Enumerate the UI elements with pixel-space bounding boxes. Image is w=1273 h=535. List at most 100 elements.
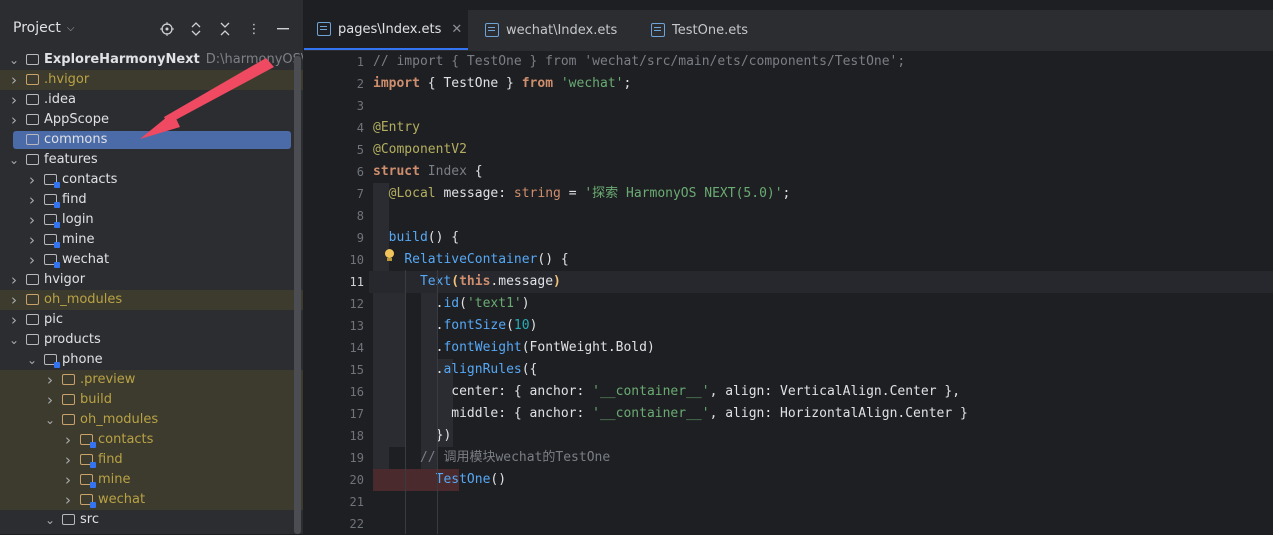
code-line[interactable]: // import { TestOne } from 'wechat/src/m… [369,51,1273,73]
code-line[interactable]: import { TestOne } from 'wechat'; [369,73,1273,95]
tree-item-wechat[interactable]: › wechat [0,490,303,510]
tree-item-exploreharmonynext[interactable]: ⌄ ExploreHarmonyNextD:\harmonyOS\public\ [0,50,303,70]
code-line[interactable]: TestOne() [369,469,1273,491]
code-line[interactable]: struct Index { [369,161,1273,183]
chevron-down-icon[interactable]: ⌄ [8,50,20,70]
chevron-right-icon[interactable]: › [8,70,20,90]
tab-pages-index-ets[interactable]: pages\Index.ets ✕ [304,10,468,50]
line-number: 15 [349,363,364,377]
lightbulb-icon[interactable] [384,249,394,263]
chevron-right-icon[interactable]: › [26,170,38,190]
tree-item-appscope[interactable]: › AppScope [0,110,303,130]
code-line[interactable]: // 调用模块wechat的TestOne [369,447,1273,469]
tree-item-mine[interactable]: › mine [0,230,303,250]
hide-icon[interactable] [275,20,291,38]
chevron-right-icon[interactable]: › [26,250,38,270]
tree-item-find[interactable]: › find [0,190,303,210]
chevron-right-icon[interactable]: › [8,270,20,290]
chevron-right-icon[interactable]: › [8,290,20,310]
code-line[interactable]: .fontWeight(FontWeight.Bold) [369,337,1273,359]
chevron-right-icon[interactable]: › [8,110,20,130]
code-token: ) [521,296,530,311]
close-icon[interactable]: ✕ [451,22,462,37]
chevron-right-icon[interactable]: › [62,490,74,510]
tree-item-features[interactable]: ⌄ features [0,150,303,170]
chevron-down-icon[interactable]: ⌄ [8,330,20,350]
chevron-down-icon[interactable]: ⌄ [8,150,20,170]
code-line[interactable]: .fontSize(10) [369,315,1273,337]
tree-item-label: mine [62,232,95,247]
tree-item-products[interactable]: ⌄ products [0,330,303,350]
tree-item-find[interactable]: › find [0,450,303,470]
tree-item-pic[interactable]: › pic [0,310,303,330]
tree-item-login[interactable]: › login [0,210,303,230]
code-line[interactable] [369,491,1273,513]
tree-item-label: oh_modules [44,292,123,307]
tree-item-label: .idea [44,92,76,107]
chevron-right-icon[interactable]: › [62,450,74,470]
code-line[interactable]: .alignRules({ [369,359,1273,381]
tree-scrollbar[interactable] [294,56,301,534]
tree-item-oh-modules[interactable]: › oh_modules [0,290,303,310]
tree-item-preview[interactable]: › .preview [0,370,303,390]
tree-item-oh-modules[interactable]: ⌄ oh_modules [0,410,303,430]
chevron-right-icon[interactable]: › [44,390,56,410]
line-number: 20 [349,473,364,487]
tree-item-wechat[interactable]: › wechat [0,250,303,270]
code-line[interactable]: .id('text1') [369,293,1273,315]
code-line[interactable] [369,205,1273,227]
code-line[interactable]: center: { anchor: '__container__', align… [369,381,1273,403]
locate-icon[interactable] [159,20,175,38]
code-token: ; [782,186,791,201]
tree-item-build[interactable]: › build [0,390,303,410]
code-line[interactable]: build() { [369,227,1273,249]
line-number: 22 [349,517,364,531]
chevron-right-icon[interactable]: › [26,230,38,250]
tree-item-commons[interactable]: commons [0,130,303,150]
tree-item-phone[interactable]: ⌄ phone [0,350,303,370]
more-icon[interactable]: ⋮ [246,20,262,38]
chevron-right-icon[interactable]: › [8,310,20,330]
tree-item-hvigor[interactable]: › .hvigor [0,70,303,90]
code-token: () [490,472,507,487]
tree-item-mine[interactable]: › mine [0,470,303,490]
code-line[interactable]: middle: { anchor: '__container__', align… [369,403,1273,425]
code-line[interactable]: @Entry [369,117,1273,139]
chevron-right-icon[interactable]: › [26,190,38,210]
code-token: ) [553,274,561,289]
code-line[interactable]: Text(this.message) [369,271,1273,293]
code-line[interactable]: RelativeContainer() { [369,249,1273,271]
code-line[interactable] [369,95,1273,117]
chevron-down-icon[interactable]: ⌄ [44,410,56,430]
tree-item-label: .hvigor [44,72,90,87]
expand-collapse-icon[interactable] [188,20,204,38]
folder-icon [26,54,39,65]
chevron-down-icon[interactable]: ⌄ [44,510,56,530]
chevron-right-icon[interactable]: › [62,470,74,490]
chevron-right-icon[interactable]: › [26,210,38,230]
tree-item-contacts[interactable]: › contacts [0,430,303,450]
tab-wechat-index-ets[interactable]: wechat\Index.ets [472,10,632,50]
code-line[interactable] [369,513,1273,535]
code-line[interactable]: }) [369,425,1273,447]
chevron-right-icon[interactable]: › [44,370,56,390]
folder-icon [62,414,75,425]
code-token: { [466,164,483,179]
chevron-right-icon[interactable]: › [8,90,20,110]
tree-item-label: AppScope [44,112,109,127]
chevron-right-icon[interactable]: › [62,430,74,450]
collapse-all-icon[interactable] [217,20,233,38]
project-view-selector[interactable]: Project ⌵ [13,20,75,36]
chevron-down-icon[interactable]: ⌄ [26,350,38,370]
tree-item-idea[interactable]: › .idea [0,90,303,110]
tab-testone-ets[interactable]: TestOne.ets [638,10,788,50]
code-editor: pages\Index.ets ✕ wechat\Index.ets TestOne.… [304,0,1273,534]
tree-item-hvigor[interactable]: › hvigor [0,270,303,290]
code-area[interactable]: // import { TestOne } from 'wechat/src/m… [369,50,1273,534]
code-token: @Local [388,186,436,201]
tree-item-src[interactable]: ⌄ src [0,510,303,530]
module-folder-icon [44,254,60,268]
code-line[interactable]: @ComponentV2 [369,139,1273,161]
tree-item-contacts[interactable]: › contacts [0,170,303,190]
code-line[interactable]: @Local message: string = '探索 HarmonyOS N… [369,183,1273,205]
